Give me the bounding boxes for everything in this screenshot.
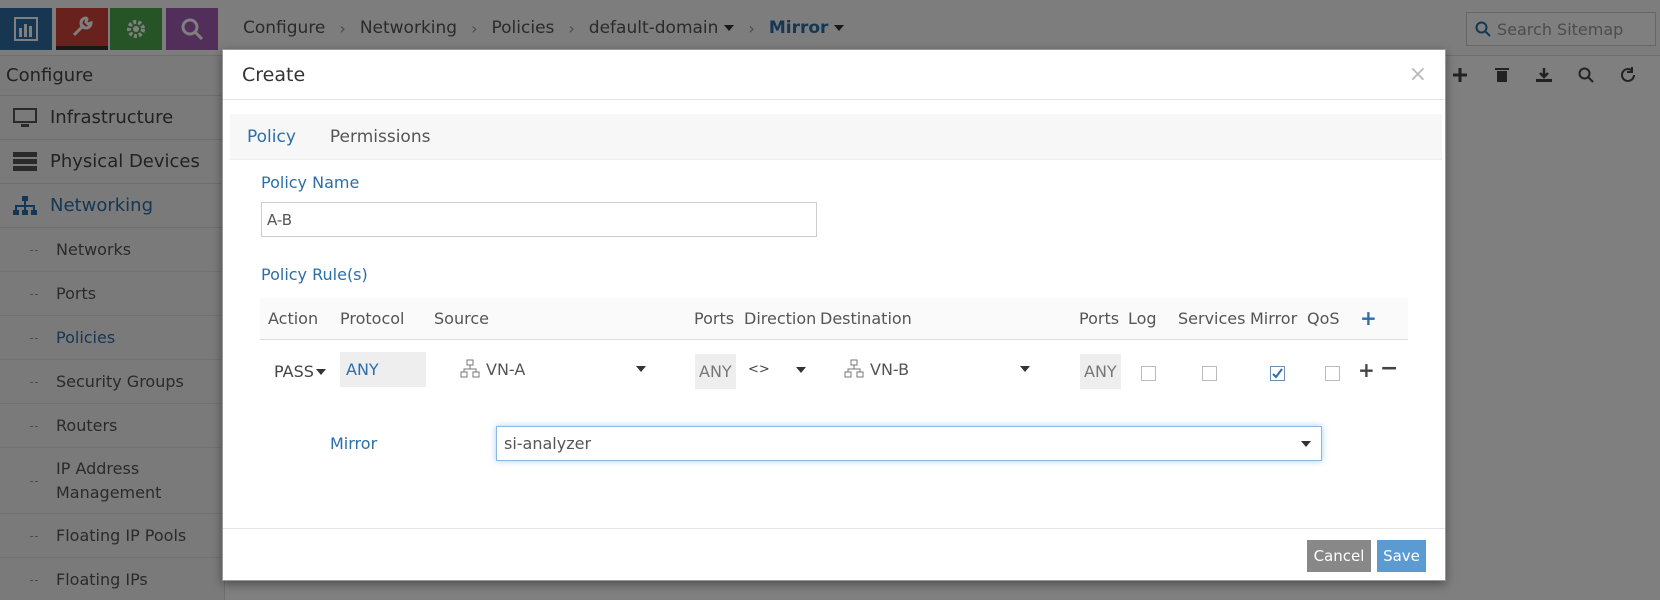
- dialog-header: Create ×: [223, 50, 1445, 100]
- dialog-tabs: Policy Permissions: [230, 114, 1442, 160]
- rules-header-row: Action Protocol Source Ports Direction D…: [260, 298, 1408, 340]
- direction-value: <>: [748, 362, 770, 377]
- create-policy-dialog: Create × Policy Permissions Policy Name …: [222, 49, 1446, 581]
- caret-down-icon: [315, 368, 326, 375]
- services-checkbox[interactable]: [1202, 366, 1217, 381]
- caret-down-icon: [1020, 366, 1030, 372]
- policy-name-label: Policy Name: [261, 173, 360, 192]
- mirror-checkbox[interactable]: [1270, 366, 1285, 381]
- col-action: Action: [268, 309, 319, 328]
- policy-rules-table: Action Protocol Source Ports Direction D…: [260, 298, 1408, 406]
- mirror-label: Mirror: [330, 434, 378, 453]
- mirror-analyzer-value: si-analyzer: [504, 434, 592, 453]
- tab-policy[interactable]: Policy: [230, 114, 313, 160]
- source-network-dropdown[interactable]: VN-A: [460, 356, 656, 382]
- caret-down-icon: [796, 366, 806, 373]
- save-button[interactable]: Save: [1377, 540, 1426, 572]
- col-log: Log: [1128, 309, 1157, 328]
- source-ports-input[interactable]: ANY: [695, 354, 736, 389]
- qos-checkbox[interactable]: [1325, 366, 1340, 381]
- destination-network-dropdown[interactable]: VN-B: [844, 356, 1040, 382]
- add-rule-icon[interactable]: +: [1360, 306, 1377, 330]
- action-dropdown[interactable]: PASS: [274, 362, 326, 381]
- action-value: PASS: [274, 362, 314, 381]
- add-row-icon[interactable]: +: [1358, 358, 1375, 382]
- dialog-title: Create: [242, 63, 306, 86]
- policy-rules-label: Policy Rule(s): [261, 265, 368, 284]
- table-row: PASS ANY VN-A ANY <> VN-B ANY + −: [260, 340, 1408, 406]
- protocol-input[interactable]: ANY: [340, 352, 426, 387]
- mirror-analyzer-dropdown[interactable]: si-analyzer: [496, 426, 1322, 461]
- col-mirror: Mirror: [1250, 309, 1298, 328]
- network-tree-icon: [460, 359, 480, 378]
- col-destination: Destination: [820, 309, 912, 328]
- dest-ports-input[interactable]: ANY: [1080, 354, 1121, 389]
- col-services: Services: [1178, 309, 1246, 328]
- checkmark-icon: [1272, 368, 1283, 379]
- network-tree-icon: [844, 359, 864, 378]
- col-protocol: Protocol: [340, 309, 405, 328]
- col-source-ports: Ports: [694, 309, 735, 328]
- direction-dropdown[interactable]: <>: [748, 362, 806, 377]
- remove-row-icon[interactable]: −: [1380, 356, 1398, 381]
- close-icon[interactable]: ×: [1409, 62, 1427, 87]
- col-direction: Direction: [744, 309, 817, 328]
- policy-name-input[interactable]: A-B: [261, 202, 817, 237]
- dialog-footer: Cancel Save: [223, 528, 1445, 581]
- tab-permissions[interactable]: Permissions: [313, 114, 448, 160]
- mirror-settings-row: Mirror si-analyzer: [260, 422, 1408, 472]
- source-network-value: VN-A: [486, 359, 526, 379]
- caret-down-icon: [1301, 440, 1311, 447]
- destination-network-value: VN-B: [870, 359, 910, 379]
- cancel-button[interactable]: Cancel: [1307, 540, 1371, 572]
- caret-down-icon: [636, 366, 646, 372]
- log-checkbox[interactable]: [1141, 366, 1156, 381]
- col-dest-ports: Ports: [1079, 309, 1120, 328]
- col-source: Source: [434, 309, 489, 328]
- col-qos: QoS: [1307, 309, 1340, 328]
